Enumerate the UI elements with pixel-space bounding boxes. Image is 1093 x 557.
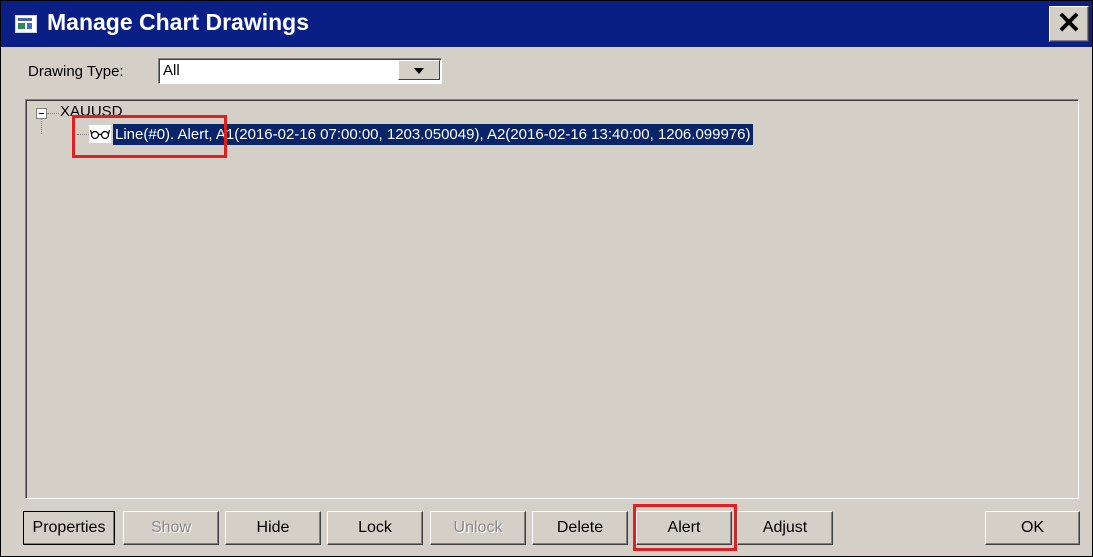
dialog-title: Manage Chart Drawings — [47, 9, 309, 35]
unlock-button[interactable]: Unlock — [430, 511, 526, 545]
lock-button[interactable]: Lock — [327, 511, 423, 545]
tree-connector — [47, 113, 59, 114]
adjust-button[interactable]: Adjust — [737, 511, 833, 545]
collapse-icon[interactable] — [36, 108, 47, 119]
properties-button[interactable]: Properties — [23, 511, 115, 545]
glasses-icon — [89, 125, 111, 143]
drawing-type-value: All — [163, 62, 180, 79]
close-icon: ✕ — [1056, 7, 1082, 40]
tree-connector — [41, 119, 42, 134]
alert-button[interactable]: Alert — [636, 511, 732, 545]
dropdown-button[interactable] — [398, 60, 440, 80]
manage-chart-drawings-dialog: Manage Chart Drawings ✕ Drawing Type: Al… — [0, 0, 1093, 557]
chart-window-icon — [15, 15, 37, 33]
tree-item-line-drawing[interactable]: Line(#0). Alert, A1(2016-02-16 07:00:00,… — [113, 124, 753, 145]
tree-root-symbol[interactable]: XAUUSD — [60, 103, 123, 120]
title-bar[interactable]: Manage Chart Drawings ✕ — [1, 1, 1092, 47]
tree-connector — [77, 134, 89, 135]
hide-button[interactable]: Hide — [225, 511, 321, 545]
drawing-type-select[interactable]: All — [158, 58, 442, 84]
delete-button[interactable]: Delete — [532, 511, 628, 545]
chevron-down-icon — [414, 68, 424, 74]
show-button[interactable]: Show — [123, 511, 219, 545]
drawings-tree[interactable]: XAUUSD Line(#0). Alert, A1(2016-02-16 07… — [25, 99, 1079, 499]
ok-button[interactable]: OK — [985, 511, 1080, 545]
drawing-type-label: Drawing Type: — [28, 63, 124, 80]
close-button[interactable]: ✕ — [1049, 6, 1089, 42]
